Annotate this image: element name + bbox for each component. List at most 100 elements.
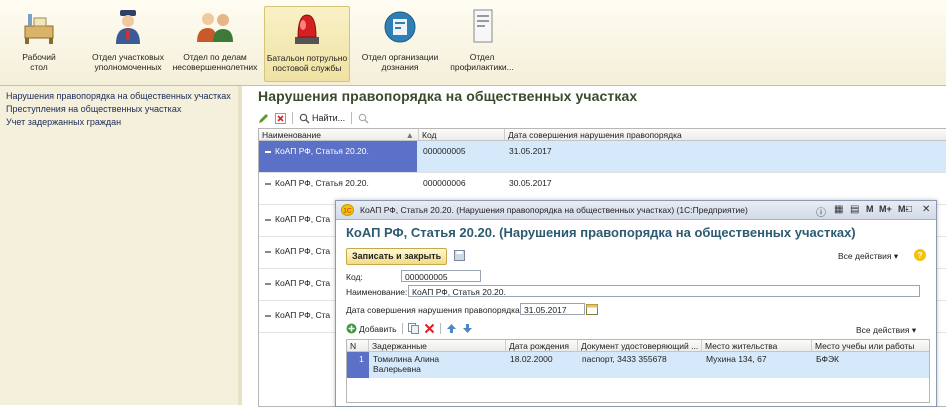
- juvenile-section-button[interactable]: Отдел по делам несовершеннолетних: [172, 6, 258, 80]
- column-header-name[interactable]: Наименование ▲: [259, 129, 419, 141]
- window-title: КоАП РФ, Статья 20.20. (Нарушения правоп…: [360, 205, 748, 215]
- row-document: паспорт, 3433 355678: [582, 354, 667, 364]
- column-header-detained[interactable]: Задержанные: [369, 340, 506, 352]
- move-up-icon[interactable]: [446, 323, 457, 334]
- toolbar-label: Отдел организации дознания: [361, 52, 439, 72]
- column-header-code[interactable]: Код: [419, 129, 505, 141]
- cell-text: КоАП РФ, Ста: [275, 310, 331, 320]
- delete-button[interactable]: [275, 111, 286, 125]
- phone-book-icon: [380, 6, 420, 46]
- prevention-section-button[interactable]: Отдел профилактики...: [448, 6, 516, 80]
- table-all-actions-menu[interactable]: Все действия ▾: [856, 325, 916, 336]
- window-titlebar[interactable]: 1С КоАП РФ, Статья 20.20. (Нарушения пра…: [336, 201, 936, 220]
- left-navigation: Нарушения правопорядка на общественных у…: [0, 86, 239, 405]
- item-marker-icon: [265, 150, 271, 153]
- find-label: Найти...: [312, 113, 346, 123]
- row-person: Томилина Алина Валерьевна: [373, 354, 440, 374]
- list-toolbar: Найти...: [258, 110, 369, 126]
- row-date: 31.05.2017: [509, 146, 552, 156]
- help-button[interactable]: ?: [914, 249, 926, 261]
- all-actions-menu[interactable]: Все действия ▾: [838, 251, 898, 262]
- item-marker-icon: [265, 182, 271, 185]
- info-icon[interactable]: ⓘ: [816, 204, 826, 219]
- toolbar-label: Батальон потрульно постовой службы: [266, 53, 348, 73]
- sort-asc-icon: ▲: [405, 130, 414, 140]
- patrol-section-button[interactable]: Батальон потрульно постовой службы: [264, 6, 350, 82]
- district-officers-section-button[interactable]: Отдел участковых уполномоченных: [88, 6, 168, 80]
- calendar-picker-icon[interactable]: [586, 303, 598, 315]
- item-marker-icon: [265, 282, 271, 285]
- cell-text: КоАП РФ, Статья 20.20.: [275, 146, 369, 156]
- pencil-icon: [259, 113, 268, 123]
- menu-label: Все действия: [856, 325, 910, 335]
- add-icon: [346, 323, 357, 334]
- desktop-section-button[interactable]: Рабочий стол: [14, 6, 64, 80]
- row-name: КоАП РФ, Статья 20.20.: [265, 146, 369, 156]
- toolbar-separator: [401, 323, 403, 334]
- nav-item-violations[interactable]: Нарушения правопорядка на общественных у…: [0, 89, 238, 104]
- row-code: 000000005: [423, 146, 466, 156]
- column-header-birthdate[interactable]: Дата рождения: [506, 340, 578, 352]
- column-header-label: Дата совершения нарушения правопорядка: [508, 130, 682, 140]
- copy-icon[interactable]: [407, 323, 419, 334]
- row-number: 1: [359, 354, 364, 364]
- close-button[interactable]: ✕: [922, 204, 930, 215]
- calculator-icon[interactable]: ▦: [834, 204, 843, 215]
- svg-text:1С: 1С: [343, 208, 352, 215]
- inquiry-section-button[interactable]: Отдел организации дознания: [358, 6, 442, 80]
- row-name: КоАП РФ, Ста: [265, 310, 330, 320]
- cancel-search-button[interactable]: [358, 111, 369, 125]
- maximize-button[interactable]: □: [906, 204, 912, 215]
- document-icon: [462, 6, 502, 46]
- column-header-label: Наименование: [262, 130, 321, 140]
- edit-button[interactable]: [258, 111, 269, 125]
- memory-plus-button[interactable]: M+: [879, 204, 892, 214]
- date-label: Дата совершения нарушения правопорядка:: [346, 305, 523, 315]
- column-header-document[interactable]: Документ удостоверяющий ...: [578, 340, 702, 352]
- save-and-close-button[interactable]: Записать и закрыть: [346, 248, 448, 265]
- column-header-label: Код: [422, 130, 437, 140]
- column-header-work[interactable]: Место учебы или работы: [812, 340, 929, 352]
- toolbar-label: Рабочий стол: [22, 52, 56, 72]
- selected-cell: [347, 352, 369, 378]
- row-code: 000000006: [423, 178, 466, 188]
- add-label: Добавить: [359, 323, 397, 334]
- row-date: 30.05.2017: [509, 178, 552, 188]
- 1c-logo-icon: 1С: [341, 204, 354, 216]
- item-marker-icon: [265, 218, 271, 221]
- page-title: Нарушения правопорядка на общественных у…: [258, 88, 638, 104]
- desk-icon: [19, 6, 59, 46]
- delete-icon: [275, 112, 286, 124]
- row-name: КоАП РФ, Статья 20.20.: [265, 178, 369, 188]
- row-name: КоАП РФ, Ста: [265, 246, 330, 256]
- toolbar-label: Отдел участковых уполномоченных: [92, 52, 164, 72]
- column-header-n[interactable]: N: [347, 340, 369, 352]
- name-label: Наименование:: [346, 287, 408, 297]
- column-header-date[interactable]: Дата совершения нарушения правопорядка: [505, 129, 946, 141]
- detained-table: N Задержанные Дата рождения Документ удо…: [346, 339, 930, 403]
- find-button[interactable]: Найти...: [299, 111, 345, 125]
- save-icon[interactable]: [454, 250, 465, 261]
- search-icon: [299, 113, 310, 123]
- memory-button[interactable]: M: [866, 204, 874, 214]
- row-work: БФЭК: [816, 354, 840, 364]
- group-icon: [195, 6, 235, 46]
- date-field[interactable]: 31.05.2017: [520, 303, 585, 315]
- table-row[interactable]: КоАП РФ, Статья 20.20. 000000005 31.05.2…: [259, 141, 946, 173]
- code-field[interactable]: 000000005: [401, 270, 481, 282]
- row-name: КоАП РФ, Ста: [265, 278, 330, 288]
- cell-text: КоАП РФ, Ста: [275, 278, 331, 288]
- row-address: Мухина 134, 67: [706, 354, 767, 364]
- move-down-icon[interactable]: [462, 323, 473, 334]
- nav-item-detained[interactable]: Учет задержанных граждан: [0, 115, 238, 130]
- delete-icon[interactable]: [424, 323, 435, 334]
- item-marker-icon: [265, 314, 271, 317]
- name-field[interactable]: КоАП РФ, Статья 20.20.: [408, 285, 920, 297]
- calendar-icon[interactable]: ▤: [850, 204, 859, 215]
- siren-icon: [287, 7, 327, 47]
- cell-text: КоАП РФ, Ста: [275, 214, 331, 224]
- table-row[interactable]: 1 Томилина Алина Валерьевна 18.02.2000 п…: [347, 352, 929, 378]
- add-button[interactable]: Добавить: [346, 323, 397, 334]
- column-header-address[interactable]: Место жительства: [702, 340, 812, 352]
- search-cancel-icon: [358, 113, 369, 123]
